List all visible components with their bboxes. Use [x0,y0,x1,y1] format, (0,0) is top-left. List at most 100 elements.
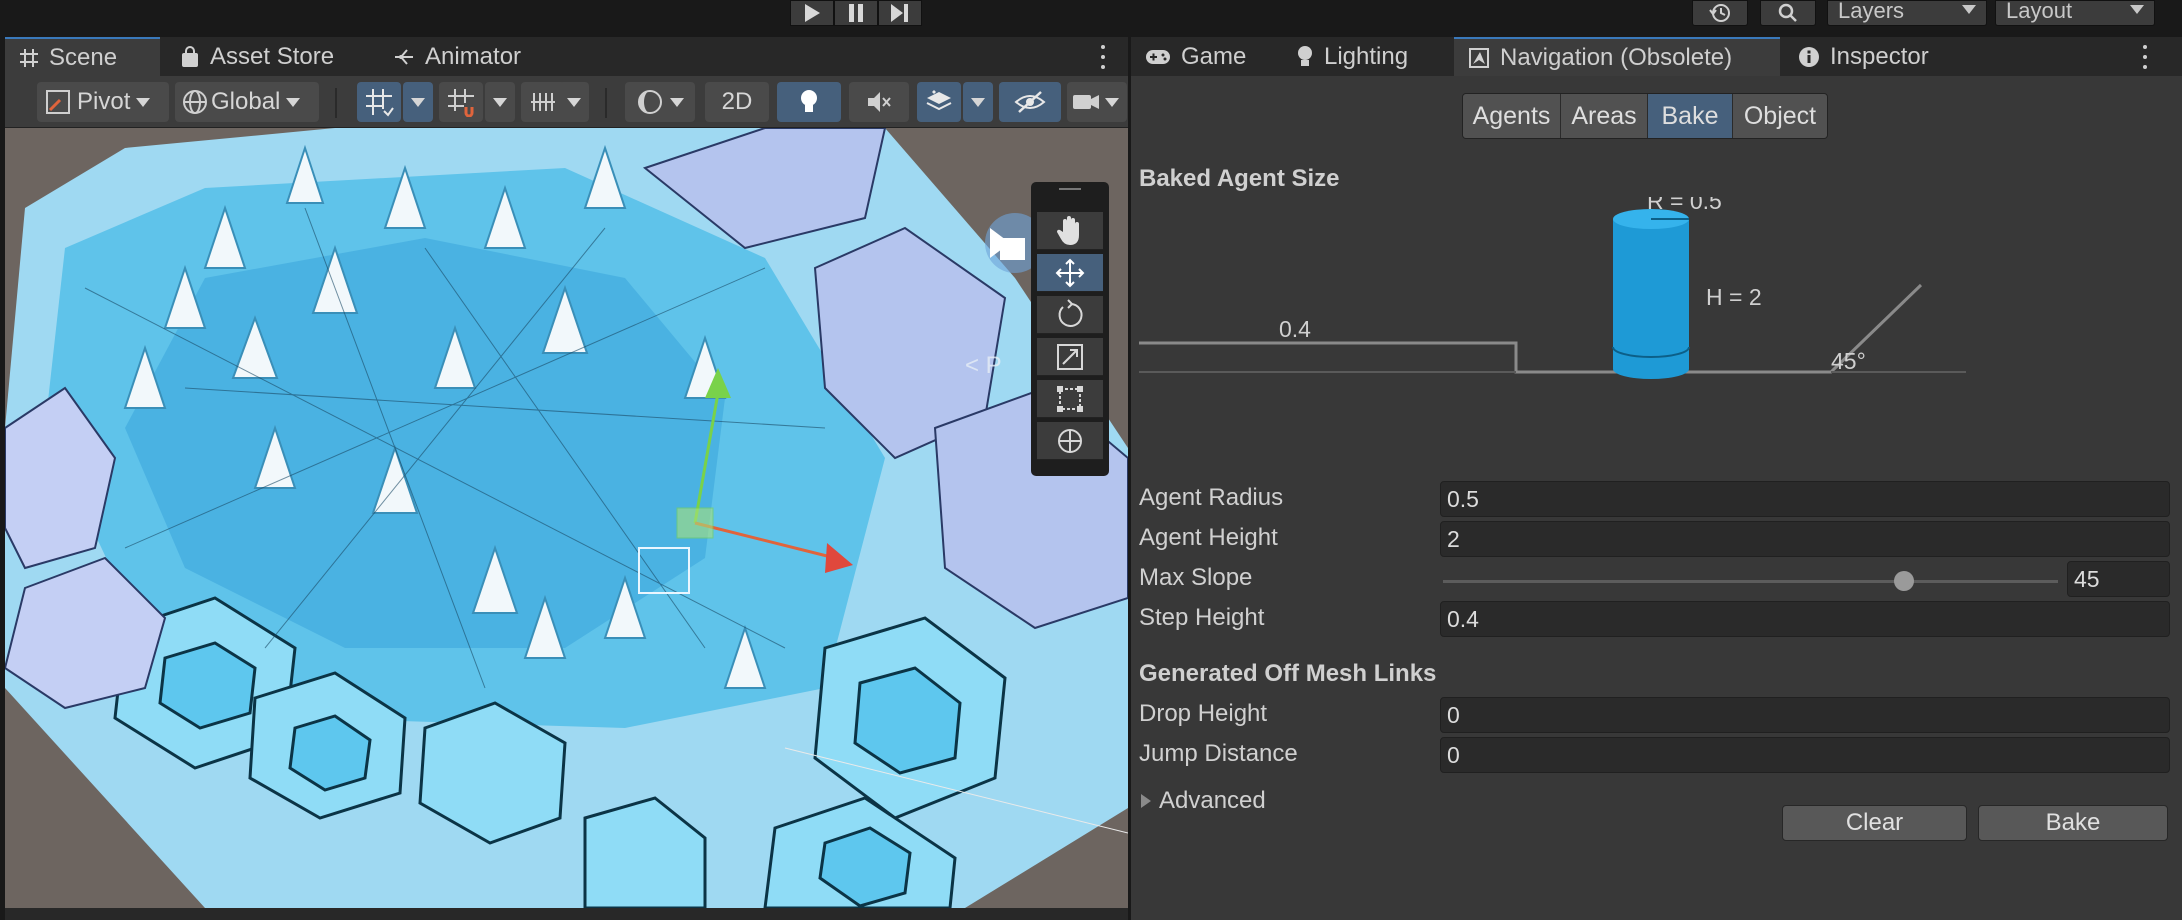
grid-icon [531,93,555,111]
advanced-foldout[interactable]: Advanced [1139,787,1266,815]
off-mesh-links-title: Generated Off Mesh Links [1139,660,1437,687]
tab-lighting[interactable]: Lighting [1296,37,1446,76]
advanced-label: Advanced [1159,787,1266,814]
bulb-icon [1296,45,1314,69]
move-icon [1055,258,1085,287]
scene-panel: Scene Asset Store Animator Pivot Global … [5,37,1128,920]
increment-snap-button[interactable] [439,82,483,122]
tab-navigation[interactable]: Navigation (Obsolete) [1454,37,1780,76]
toolbar-divider [335,88,337,118]
chevron-down-icon [286,97,301,107]
hand-icon [1056,215,1079,245]
playback-controls [790,0,922,26]
mute-icon [868,92,891,112]
chevron-down-icon [971,97,985,107]
grid-snap-dropdown[interactable] [403,82,433,122]
layers-label: Layers [1838,0,1905,23]
rect-tool-button[interactable] [1037,380,1103,418]
scene-render: < P [5,128,1128,908]
tab-game[interactable]: Game [1145,37,1255,76]
tab-label: Navigation (Obsolete) [1500,43,1733,71]
tab-animator[interactable]: Animator [393,37,553,76]
layers-dropdown[interactable]: Layers [1827,0,1987,26]
tab-agents[interactable]: Agents [1463,94,1561,138]
chevron-down-icon [1105,97,1119,107]
tab-scene[interactable]: Scene [5,37,160,76]
scene-status-strip [5,908,1128,920]
scene-toolbar: Pivot Global 2D [5,76,1128,128]
layout-dropdown[interactable]: Layout [1995,0,2155,26]
max-slope-field[interactable]: 45 [2067,561,2170,597]
max-slope-slider-handle[interactable] [1894,571,1915,591]
global-toggle[interactable]: Global [175,82,319,122]
tab-label: Lighting [1324,42,1409,70]
drop-height-field[interactable]: 0 [1440,697,2170,733]
hand-tool-button[interactable] [1037,212,1103,250]
grid-dropdown[interactable] [559,82,589,122]
step-label: 0.4 [1279,316,1311,342]
animator-icon [393,47,415,67]
effects-toggle[interactable] [917,82,961,122]
pause-button[interactable] [834,0,878,26]
scene-menu-icon[interactable] [1099,45,1107,69]
triangle-right-icon [1141,794,1151,808]
transform-icon [1058,428,1082,453]
bake-button[interactable]: Bake [1978,805,2168,841]
bulb-icon [801,90,817,112]
panel-menu-icon[interactable] [2141,45,2149,69]
height-label: H = 2 [1706,284,1762,310]
transform-tool-button[interactable] [1037,422,1103,460]
radius-label: R = 0.5 [1647,197,1722,214]
clear-button[interactable]: Clear [1782,805,1967,841]
bake-label: Bake [2045,809,2101,836]
scale-tool-button[interactable] [1037,338,1103,376]
tab-bake[interactable]: Bake [1648,94,1733,138]
effects-dropdown[interactable] [963,82,993,122]
scene-viewport[interactable]: < P [5,128,1128,908]
tab-object[interactable]: Object [1733,94,1827,138]
agent-height-field[interactable]: 2 [1440,521,2170,557]
tab-areas[interactable]: Areas [1561,94,1648,138]
lighting-toggle[interactable] [777,82,841,122]
camera-dropdown[interactable] [1067,82,1127,122]
tab-label: Scene [49,43,118,71]
grid-snap-button[interactable] [357,82,401,122]
camera-icon [1073,95,1099,109]
jump-distance-field[interactable]: 0 [1440,737,2170,773]
draw-mode-dropdown[interactable] [625,82,695,122]
move-tool-button[interactable] [1037,254,1103,292]
max-slope-slider[interactable] [1443,580,2058,583]
drop-height-label: Drop Height [1139,700,1268,727]
tab-label: Asset Store [210,42,335,70]
tab-asset-store[interactable]: Asset Store [180,37,370,76]
history-button[interactable] [1692,0,1748,26]
mode-2d-toggle[interactable]: 2D [705,82,769,122]
audio-toggle[interactable] [849,82,909,122]
layers-stack-icon [926,90,952,111]
grid-snap-icon [366,89,394,117]
gamepad-icon [1145,48,1171,66]
globe-icon [183,90,207,114]
layout-label: Layout [2006,0,2073,23]
search-button[interactable] [1760,0,1816,26]
eye-off-icon [1014,91,1046,113]
step-button[interactable] [878,0,922,26]
step-height-field[interactable]: 0.4 [1440,601,2170,637]
increment-snap-dropdown[interactable] [485,82,515,122]
pivot-toggle[interactable]: Pivot [37,82,169,122]
hidden-objects-toggle[interactable] [999,82,1061,122]
chevron-down-icon [567,97,581,107]
agent-size-diagram: R = 0.5 H = 2 0.4 45° [1139,197,1966,379]
history-icon [1709,4,1730,22]
info-icon [1798,46,1820,68]
tab-inspector[interactable]: Inspector [1798,37,1958,76]
persp-label: < P [965,352,1002,379]
tab-label: Object [1743,101,1817,130]
agent-radius-field[interactable]: 0.5 [1440,481,2170,517]
pivot-label: Pivot [77,88,131,115]
rotate-tool-button[interactable] [1037,296,1103,334]
play-button[interactable] [790,0,834,26]
chevron-down-icon [136,97,151,107]
tab-label: Animator [425,42,522,70]
palette-handle[interactable] [1059,188,1081,190]
